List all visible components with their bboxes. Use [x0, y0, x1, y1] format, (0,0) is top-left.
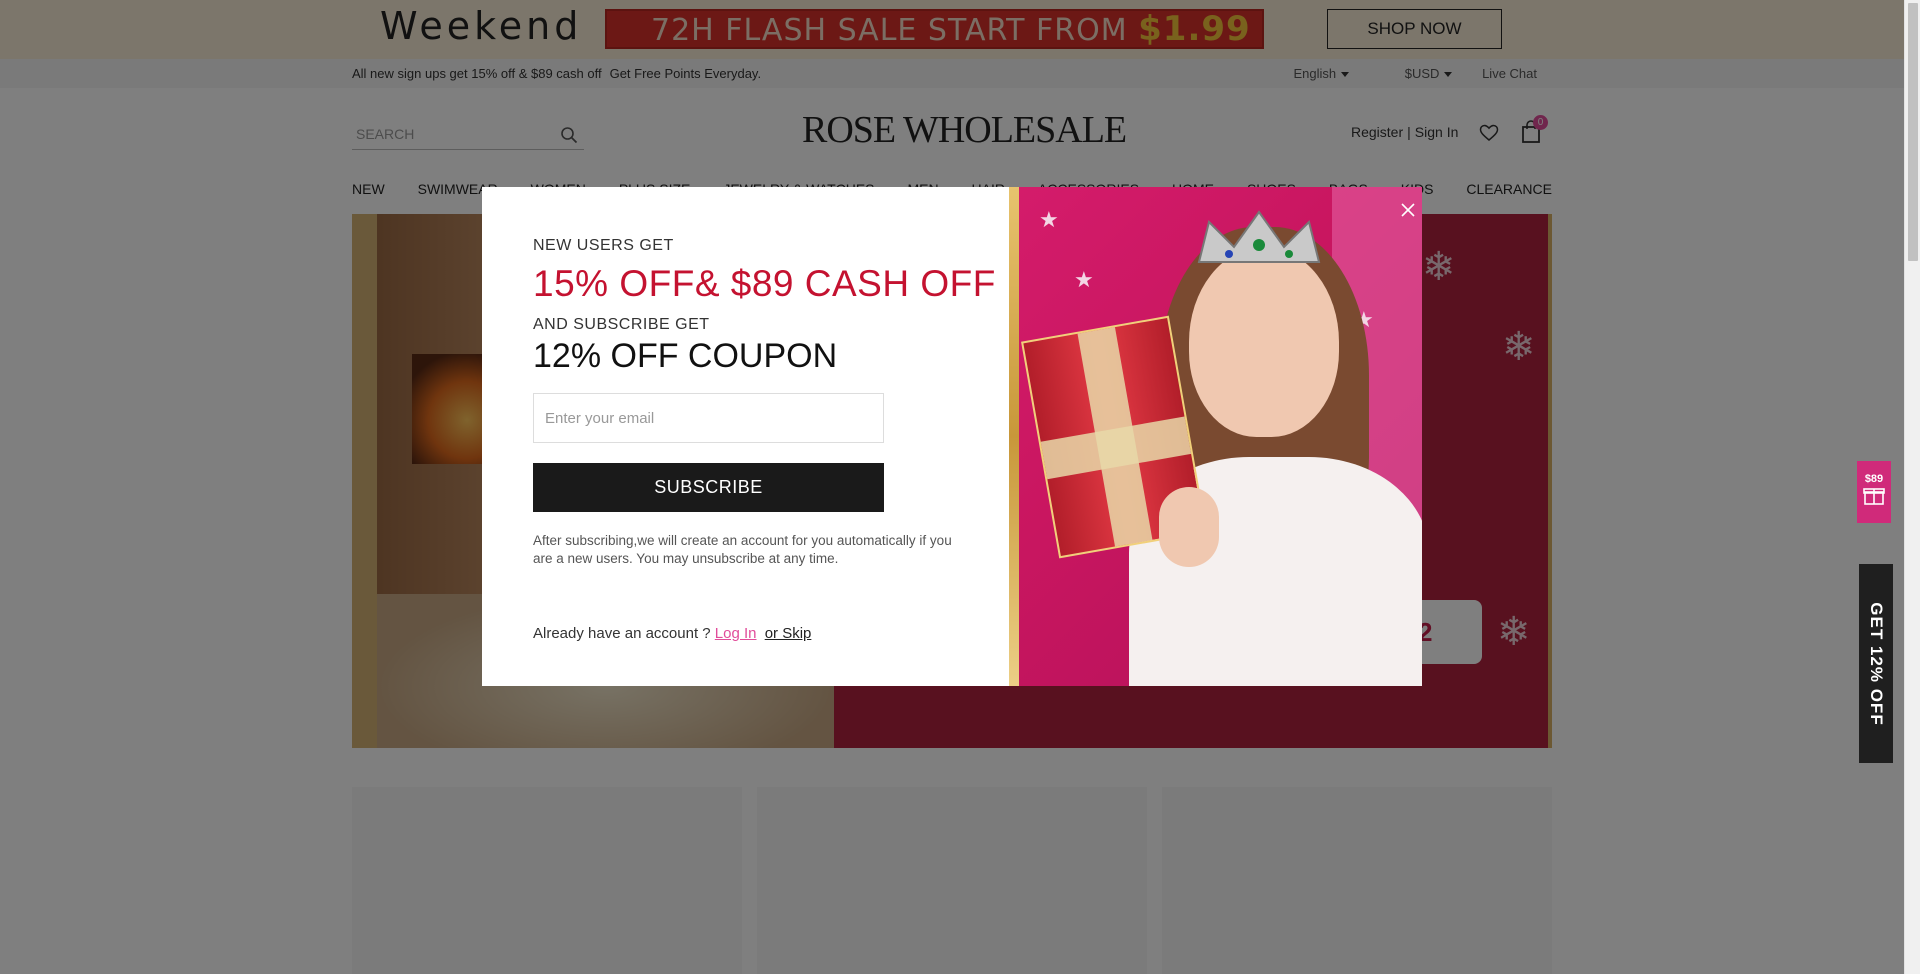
- modal-subscribe-label: AND SUBSCRIBE GET: [533, 316, 710, 333]
- subscribe-note: After subscribing,we will create an acco…: [533, 533, 952, 566]
- gift-icon: [1863, 488, 1885, 505]
- cash-gift-amount: $89: [1864, 473, 1884, 485]
- subscribe-button[interactable]: SUBSCRIBE: [533, 463, 884, 512]
- crown-icon: [1197, 210, 1321, 263]
- subscribe-modal: NEW USERS GET 15% OFF& $89 CASH OFF AND …: [482, 187, 1422, 686]
- model-face: [1189, 247, 1339, 437]
- close-icon[interactable]: [1399, 201, 1417, 219]
- login-link[interactable]: Log In: [715, 625, 757, 642]
- model-hand: [1159, 487, 1219, 567]
- modal-new-users-label: NEW USERS GET: [533, 237, 674, 254]
- modal-discount-headline: 15% OFF& $89 CASH OFF: [533, 263, 996, 304]
- already-account-label: Already have an account ?: [533, 625, 711, 642]
- modal-coupon-headline: 12% OFF COUPON: [533, 337, 838, 375]
- scrollbar-thumb[interactable]: [1908, 3, 1918, 261]
- modal-gold-border: [1009, 187, 1019, 686]
- star-icon: ★: [1039, 207, 1059, 232]
- coupon-tab-label: GET 12% OFF: [1867, 601, 1886, 726]
- login-prompt: Already have an account ? Log In or Skip: [533, 625, 811, 642]
- page: Weekend 72H FLASH SALE START FROM $1.99 …: [0, 0, 1920, 974]
- skip-link[interactable]: or Skip: [765, 625, 812, 642]
- email-field[interactable]: [533, 393, 884, 443]
- cash-gift-tab[interactable]: $89: [1857, 461, 1891, 523]
- page-scrollbar[interactable]: [1904, 0, 1920, 974]
- star-icon: ★: [1074, 267, 1094, 292]
- modal-promo-image: ★ ★ ★: [1009, 187, 1422, 686]
- get-coupon-tab[interactable]: GET 12% OFF: [1859, 564, 1893, 763]
- modal-form-panel: NEW USERS GET 15% OFF& $89 CASH OFF AND …: [482, 187, 1009, 686]
